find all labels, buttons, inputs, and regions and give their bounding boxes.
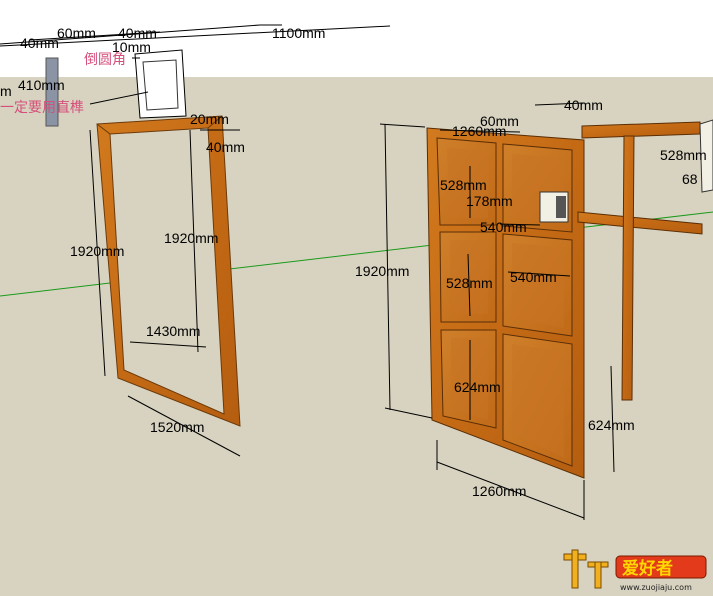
dim-rail-178mm: 178mm	[466, 193, 513, 209]
watermark-logo-icon	[563, 549, 609, 589]
dim-624mm-right: 624mm	[588, 417, 635, 433]
dim-frame-top-20mm: 20mm	[190, 111, 229, 127]
sample-panel	[134, 49, 187, 119]
dim-528mm-right: 528mm	[660, 147, 707, 163]
watermark-brand: 爱好者	[622, 558, 673, 579]
watermark: 爱好者 www.zuojiaju.com	[560, 548, 710, 594]
dim-door-width-bottom: 1260mm	[472, 483, 526, 499]
dim-60mm-top: 60mm	[57, 25, 96, 41]
watermark-url: www.zuojiaju.com	[620, 583, 692, 592]
note-tenon: 一定要用直榫	[0, 99, 84, 116]
dim-door-60mm: 60mm	[480, 113, 519, 129]
dim-door-40mm: 40mm	[564, 97, 603, 113]
door-frame	[96, 115, 241, 427]
dim-door-height: 1920mm	[355, 263, 409, 279]
3d-viewport[interactable]: 60mm 40mm 10mm 1100mm 40mm 410mm m 倒圆角 一…	[0, 0, 713, 596]
model-canvas: 60mm 40mm 10mm 1100mm 40mm 410mm m 倒圆角 一…	[0, 24, 713, 520]
dim-68-fragment: 68	[682, 171, 698, 187]
dim-frame-height-right: 1920mm	[164, 230, 218, 246]
dim-panel-540mm-b: 540mm	[510, 269, 557, 285]
dim-frame-height-left: 1920mm	[70, 243, 124, 259]
dim-frame-outer-width: 1520mm	[150, 419, 204, 435]
dim-panel-528mm-a: 528mm	[440, 177, 487, 193]
dim-frame-inner-width: 1430mm	[146, 323, 200, 339]
dim-panel-624mm: 624mm	[454, 379, 501, 395]
dim-40mm-left: 40mm	[20, 35, 59, 51]
dim-panel-540mm-a: 540mm	[480, 219, 527, 235]
dim-1100mm: 1100mm	[272, 25, 325, 41]
note-fillet: 倒圆角	[84, 52, 126, 68]
dim-410mm: 410mm	[18, 77, 65, 93]
dim-frame-top-40mm: 40mm	[206, 139, 245, 155]
dim-m-fragment: m	[0, 83, 12, 99]
dim-panel-528mm-b: 528mm	[446, 275, 493, 291]
